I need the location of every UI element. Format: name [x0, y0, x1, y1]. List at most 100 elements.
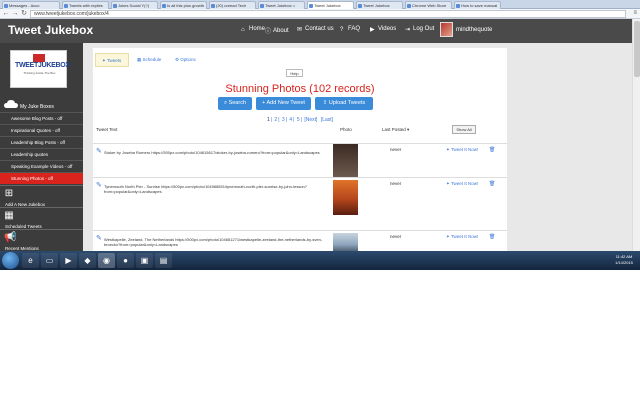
browser-tab[interactable]: Tweet Jukebox =	[258, 1, 305, 9]
ie-icon[interactable]: e	[22, 253, 39, 268]
edit-icon[interactable]: ✎	[96, 182, 103, 189]
browser-tab[interactable]: Tweet Jukebox	[356, 1, 403, 9]
browser-tab[interactable]: Is all this plus growth	[160, 1, 207, 9]
trash-icon[interactable]: 🗑	[489, 234, 495, 240]
last-posted: never	[390, 234, 402, 239]
browser-tab[interactable]: How to save manual	[454, 1, 501, 9]
table-row: ✎ Tynemouth North Pier - Sunrise https:/…	[93, 177, 507, 229]
logo-text: TWEETJUKEBOX	[15, 62, 70, 69]
chrome-icon[interactable]: ◉	[98, 253, 115, 268]
sidebar: TWEETJUKEBOX Thinking Inside The Box My …	[0, 43, 83, 251]
sidebar-item-stunning-photos[interactable]: Stunning Photos - off	[0, 172, 83, 184]
explorer-icon[interactable]: ▭	[41, 253, 58, 268]
sidebar-item-awesome-blog-posts[interactable]: Awesome Blog Posts - off	[0, 112, 83, 124]
favicon-icon	[260, 4, 264, 8]
add-tweet-button[interactable]: + Add New Tweet	[256, 97, 311, 110]
trash-icon[interactable]: 🗑	[489, 181, 495, 187]
nav-videos[interactable]: ▶ Videos	[370, 26, 396, 33]
sort-icon: ▾	[407, 127, 410, 132]
browser-tab[interactable]: Tweets with replies	[62, 1, 109, 9]
url-input[interactable]: www.tweetjukebox.com/jukebox/4	[30, 10, 626, 18]
edit-icon[interactable]: ✎	[96, 235, 103, 242]
favicon-icon	[358, 4, 362, 8]
favicon-icon	[309, 4, 313, 8]
video-icon: ▶	[370, 27, 375, 33]
page-link[interactable]: 3	[282, 117, 285, 123]
nav-faq[interactable]: ? FAQ	[340, 26, 360, 33]
show-all-button[interactable]: Show All	[452, 125, 476, 134]
photo-thumbnail[interactable]	[333, 233, 358, 252]
table-row: ✎ Westkapelle, Zeeland, The Netherlands …	[93, 230, 507, 252]
app-icon[interactable]: ▤	[155, 253, 172, 268]
app-icon[interactable]: ▣	[136, 253, 153, 268]
logo-tagline: Thinking Inside The Box	[23, 71, 56, 75]
user-name[interactable]: mindthequote	[456, 27, 492, 33]
tab-tweets[interactable]: ✦ Tweets	[95, 53, 129, 67]
sidebar-item-inspirational-quotes[interactable]: Inspirational Quotes - off	[0, 124, 83, 136]
site-header: Tweet Jukebox ⌂ Home ⓘ About ✉ Contact us ?…	[0, 19, 640, 43]
sidebar-add-jukebox[interactable]: ⊞ Add A New Jukebox	[0, 185, 83, 207]
page-link[interactable]: 4	[289, 117, 292, 123]
page-link-current: 1	[266, 117, 270, 123]
nav-contact[interactable]: ✉ Contact us	[297, 26, 334, 33]
logout-icon: ⇥	[405, 27, 411, 33]
browser-toolbar: ← → ↻ www.tweetjukebox.com/jukebox/4 ≡	[0, 9, 640, 19]
page-scrollbar[interactable]	[632, 19, 640, 251]
brand-title[interactable]: Tweet Jukebox	[8, 23, 93, 37]
start-button[interactable]	[2, 252, 19, 269]
upload-tweets-button[interactable]: ⇪ Upload Tweets	[315, 97, 373, 110]
app-icon[interactable]: ◆	[79, 253, 96, 268]
browser-tab[interactable]: Chrome Web Store	[405, 1, 452, 9]
column-header-last-posted[interactable]: Last Posted ▾	[382, 127, 409, 133]
tab-options[interactable]: ⚙ Options	[169, 53, 203, 67]
favicon-icon	[113, 4, 117, 8]
reload-icon[interactable]: ↻	[20, 10, 28, 18]
sidebar-item-speaking-example-videos[interactable]: Speaking Example Videos - off	[0, 160, 83, 172]
photo-thumbnail[interactable]	[333, 144, 358, 177]
tweet-now-link[interactable]: ✦ Tweet It Now!	[446, 234, 478, 240]
sidebar-scheduled-tweets[interactable]: ▦ Scheduled Tweets	[0, 207, 83, 229]
page-link[interactable]: 2	[274, 117, 277, 123]
sidebar-recent-mentions[interactable]: 📢 Recent Mentions	[0, 229, 83, 251]
page-link[interactable]: 5	[297, 117, 300, 123]
search-button[interactable]: ⌕ Search	[218, 97, 252, 110]
back-icon[interactable]: ←	[2, 10, 10, 18]
avatar[interactable]	[440, 22, 453, 37]
blank-area	[0, 270, 640, 400]
forward-icon[interactable]: →	[11, 10, 19, 18]
cloud-icon	[4, 100, 18, 108]
nav-logout[interactable]: ⇥ Log Out	[405, 26, 434, 33]
media-player-icon[interactable]: ▶	[60, 253, 77, 268]
browser-menu-icon[interactable]: ≡	[633, 10, 637, 16]
tweet-now-link[interactable]: ✦ Tweet It Now!	[446, 181, 478, 187]
photo-thumbnail[interactable]	[333, 180, 358, 215]
taskbar: e ▭ ▶ ◆ ◉ ● ▣ ▤ 11:42 AM 1/14/2015	[0, 251, 640, 270]
nav-about[interactable]: ⓘ About	[265, 26, 289, 35]
logo-mark-icon	[33, 54, 45, 62]
scrollbar-thumb[interactable]	[634, 21, 640, 77]
browser-tab[interactable]: (20) unread Tech	[209, 1, 256, 9]
edit-icon[interactable]: ✎	[96, 148, 103, 155]
page-next-link[interactable]: [Next]	[304, 117, 317, 123]
tweet-now-link[interactable]: ✦ Tweet It Now!	[446, 147, 478, 153]
tab-schedule[interactable]: ▦ Schedule	[131, 53, 167, 67]
trash-icon[interactable]: 🗑	[489, 147, 495, 153]
logo[interactable]: TWEETJUKEBOX Thinking Inside The Box	[10, 50, 70, 88]
sidebar-item-leadership-quotes[interactable]: Leadership quotes	[0, 148, 83, 160]
help-button[interactable]: Help	[286, 69, 303, 77]
browser-tab-active[interactable]: Tweet Jukebox	[307, 1, 354, 9]
page-title: Stunning Photos (102 records)	[225, 83, 375, 95]
tweet-text: Tynemouth North Pier - Sunrise https://5…	[104, 184, 307, 194]
browser-tab[interactable]: Messages - Acco	[2, 1, 60, 9]
megaphone-icon: 📢	[4, 232, 17, 243]
browser-tab[interactable]: Jokes Social Y(?)	[111, 1, 158, 9]
system-clock[interactable]: 11:42 AM 1/14/2015	[610, 254, 638, 266]
sidebar-item-leadership-blog-posts[interactable]: Leadership Blog Posts - off	[0, 136, 83, 148]
favicon-icon	[64, 4, 68, 8]
browser-tab-strip: Messages - Acco Tweets with replies Joke…	[0, 0, 640, 15]
nav-home[interactable]: ⌂ Home	[241, 26, 265, 33]
mail-icon: ✉	[297, 27, 303, 33]
page-last-link[interactable]: [Last]	[321, 117, 333, 123]
firefox-icon[interactable]: ●	[117, 253, 134, 268]
question-icon: ?	[340, 27, 344, 33]
